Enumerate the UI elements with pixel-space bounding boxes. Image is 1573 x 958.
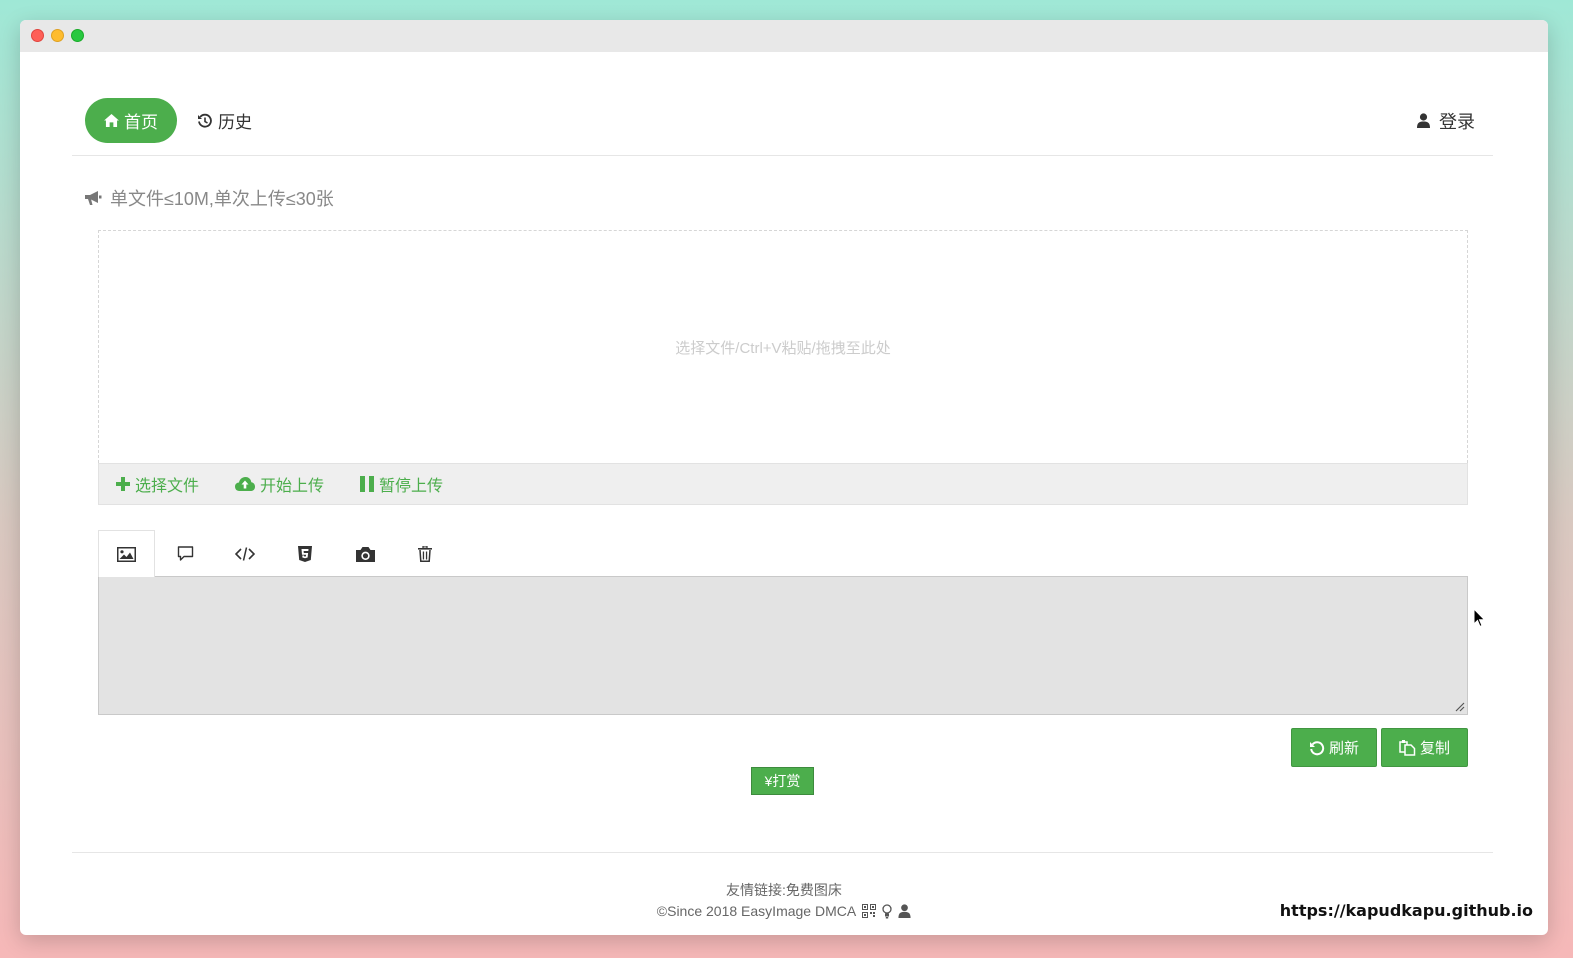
pause-upload-label: 暂停上传 — [379, 478, 444, 495]
bullhorn-icon — [84, 190, 102, 206]
minimize-window-button[interactable] — [51, 29, 64, 42]
tab-delete[interactable] — [395, 530, 455, 577]
mouse-cursor-icon — [1474, 609, 1486, 628]
refresh-label: 刷新 — [1328, 740, 1359, 757]
refresh-icon — [1309, 740, 1325, 756]
drop-zone-hint: 选择文件/Ctrl+V粘贴/拖拽至此处 — [675, 339, 891, 357]
cloud-upload-icon — [235, 477, 256, 491]
comment-icon — [177, 545, 194, 562]
copy-icon — [1399, 739, 1416, 756]
nav-login-link[interactable]: 登录 — [1417, 98, 1475, 143]
donate-label: ¥打赏 — [764, 773, 801, 789]
home-icon — [104, 114, 119, 127]
nav-login-label: 登录 — [1439, 111, 1475, 132]
watermark-url: https://kapudkapu.github.io — [1279, 901, 1533, 920]
copy-button[interactable]: 复制 — [1381, 728, 1468, 767]
history-icon — [197, 113, 213, 129]
resize-handle[interactable] — [1455, 702, 1465, 712]
notice-text: 单文件≤10M,单次上传≤30张 — [110, 189, 334, 209]
code-icon — [235, 546, 255, 561]
maximize-window-button[interactable] — [71, 29, 84, 42]
tab-markdown[interactable] — [215, 530, 275, 577]
friend-links-text: 友情链接:免费图床 — [726, 882, 842, 898]
camera-icon — [355, 546, 375, 562]
close-window-button[interactable] — [31, 29, 44, 42]
friend-links[interactable]: 友情链接:免费图床 — [20, 880, 1548, 900]
start-upload-button[interactable]: 开始上传 — [235, 472, 324, 496]
refresh-button[interactable]: 刷新 — [1291, 728, 1377, 767]
html5-icon — [298, 545, 312, 562]
nav-history-label: 历史 — [218, 113, 252, 132]
upload-limit-notice: 单文件≤10M,单次上传≤30张 — [84, 186, 334, 210]
nav-history-link[interactable]: 历史 — [197, 98, 252, 143]
upload-action-bar: 选择文件 开始上传 暂停上传 — [98, 463, 1468, 505]
file-drop-zone[interactable]: 选择文件/Ctrl+V粘贴/拖拽至此处 — [98, 230, 1468, 463]
browser-window: 首页 历史 登录 单文件≤10M,单次上传≤30张 选择文件/Ctrl+V粘贴/… — [20, 20, 1548, 935]
footer-divider — [72, 852, 1493, 853]
window-titlebar — [20, 20, 1548, 52]
top-navigation: 首页 历史 登录 — [72, 86, 1493, 156]
tab-thumbnail[interactable] — [335, 530, 395, 577]
select-files-label: 选择文件 — [135, 478, 200, 495]
copyright-text: ©Since 2018 EasyImage DMCA — [656, 903, 857, 919]
nav-home-button[interactable]: 首页 — [85, 98, 177, 143]
qrcode-icon[interactable] — [862, 904, 877, 918]
tab-bbcode[interactable] — [155, 530, 215, 577]
donate-button[interactable]: ¥打赏 — [751, 767, 814, 795]
image-icon — [117, 546, 136, 562]
tab-html[interactable] — [275, 530, 335, 577]
trash-icon — [418, 545, 432, 562]
tab-image-link[interactable] — [98, 530, 155, 577]
start-upload-label: 开始上传 — [260, 478, 325, 495]
nav-home-label: 首页 — [124, 113, 158, 132]
copy-label: 复制 — [1419, 740, 1450, 757]
pause-upload-button[interactable]: 暂停上传 — [360, 472, 443, 496]
user-icon — [1417, 113, 1430, 128]
link-format-tabs — [98, 530, 455, 577]
select-files-button[interactable]: 选择文件 — [116, 472, 199, 496]
plus-icon — [116, 477, 130, 491]
admin-user-icon[interactable] — [898, 904, 911, 918]
pause-icon — [360, 476, 375, 492]
lightbulb-icon[interactable] — [882, 903, 892, 919]
link-output-textarea[interactable] — [98, 576, 1468, 715]
